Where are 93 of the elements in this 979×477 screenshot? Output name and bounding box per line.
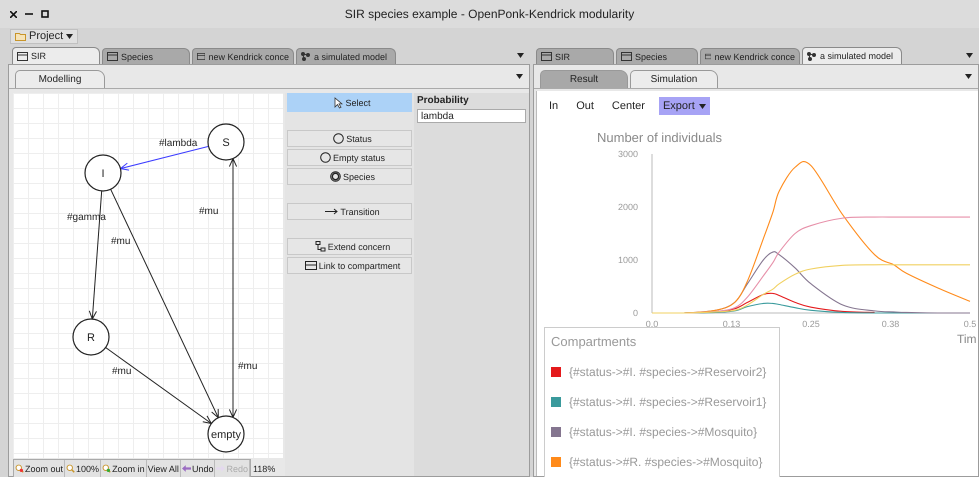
window-icon — [197, 52, 206, 61]
legend-title: Compartments — [551, 334, 638, 349]
arrow-icon — [325, 208, 338, 215]
state-node[interactable] — [207, 415, 245, 453]
edge-label: #mu — [111, 236, 130, 247]
axis-label: Tim — [957, 332, 977, 346]
edge-label: #mu — [238, 361, 258, 372]
tab[interactable]: Result — [540, 70, 628, 88]
circle-icon — [320, 152, 331, 163]
caret-icon[interactable] — [965, 74, 972, 79]
graph-icon — [301, 52, 311, 61]
palette-button[interactable]: Transition — [287, 203, 412, 220]
edge-label: #mu — [112, 366, 132, 377]
zoom-out-icon — [15, 464, 24, 473]
legend-label: {#status->#R. #species->#Mosquito} — [569, 455, 762, 469]
zoom-in-icon — [102, 464, 112, 473]
tab[interactable]: Modelling — [15, 70, 105, 88]
state-node[interactable] — [72, 318, 110, 356]
toolbar-button[interactable]: Zoom out — [14, 460, 66, 477]
hierarchy-icon — [314, 241, 326, 252]
close-icon[interactable] — [10, 10, 17, 18]
palette-button[interactable]: Empty status — [287, 149, 412, 166]
tick-label: 1000 — [618, 255, 638, 265]
state-node[interactable] — [84, 154, 122, 192]
tab[interactable]: new Kendrick conce — [192, 48, 294, 64]
edge-label: #lambda — [159, 138, 198, 149]
field-label: Probability — [417, 95, 470, 106]
tick-label: 0.13 — [722, 319, 740, 329]
tick-label: 0.25 — [802, 319, 820, 329]
tab[interactable]: a simulated model — [296, 48, 396, 64]
window-title: SIR species example - OpenPonk-Kendrick modularity — [344, 7, 634, 21]
undo-icon — [182, 465, 191, 472]
palette-button[interactable]: Status — [287, 130, 412, 147]
node-label: empty — [211, 429, 241, 441]
window-icon — [541, 52, 552, 61]
toolbar-button[interactable]: 100% — [65, 460, 102, 477]
tab[interactable]: a simulated model — [802, 47, 902, 64]
minimize-icon[interactable] — [25, 13, 33, 15]
legend-label: {#status->#I. #species->#Reservoir2} — [569, 365, 766, 379]
tab[interactable]: new Kendrick conce — [700, 48, 800, 64]
tab[interactable]: Species — [616, 48, 698, 64]
toolbar-button[interactable]: Zoom in — [101, 460, 147, 477]
window-icon — [705, 52, 712, 61]
toolbar-button[interactable]: Center — [608, 97, 649, 115]
tick-label: 2000 — [618, 202, 638, 212]
caret-icon — [66, 34, 74, 38]
window-icon — [17, 52, 28, 60]
palette-button[interactable]: Extend concern — [287, 238, 412, 255]
legend-label: {#status->#I. #species->#Reservoir1} — [569, 395, 766, 409]
probability-field[interactable]: lambda — [417, 109, 526, 123]
toolbar-button[interactable]: View All — [146, 460, 181, 477]
tick-label: 3000 — [618, 149, 638, 159]
tick-label: 0 — [632, 308, 638, 318]
palette-button[interactable]: Select — [287, 93, 412, 112]
circle-icon — [333, 133, 344, 144]
caret-icon[interactable] — [517, 53, 524, 58]
legend-label: {#status->#I. #species->#Mosquito} — [569, 425, 758, 439]
window-icon — [621, 52, 632, 61]
transition-arrow[interactable] — [105, 347, 212, 424]
state-node[interactable] — [207, 123, 245, 161]
tick-label: 0.5 — [964, 319, 976, 329]
double-circle-icon — [330, 171, 341, 182]
palette-button[interactable]: Link to compartment — [287, 257, 412, 274]
tick-label: 0.38 — [882, 319, 900, 329]
edge-label: #mu — [199, 206, 218, 217]
node-label: R — [87, 332, 95, 344]
tick-label: 0.0 — [646, 319, 658, 329]
window-icon — [304, 261, 317, 270]
palette-button[interactable]: Species — [287, 168, 412, 185]
chart-title: Number of individuals — [597, 130, 722, 145]
window-icon — [107, 52, 118, 61]
redo-icon — [216, 465, 226, 472]
tab[interactable]: Species — [102, 48, 190, 64]
caret-icon[interactable] — [966, 53, 973, 58]
toolbar-button[interactable]: Out — [572, 97, 598, 115]
node-label: I — [101, 168, 105, 180]
export-menu[interactable]: Export — [658, 97, 710, 115]
toolbar-button[interactable]: In — [545, 97, 562, 115]
node-label: S — [222, 137, 230, 149]
folder-icon — [15, 32, 26, 40]
graph-icon — [807, 52, 817, 60]
tab[interactable]: SIR — [12, 47, 100, 64]
toolbar-button[interactable]: Undo — [180, 460, 216, 477]
project-menu[interactable]: Project — [10, 28, 78, 44]
tab[interactable]: Simulation — [630, 70, 718, 88]
tab[interactable]: SIR — [536, 48, 614, 64]
pointer-icon — [334, 96, 344, 108]
caret-icon[interactable] — [516, 74, 523, 79]
zoom-level: 118% — [252, 464, 276, 474]
maximize-icon[interactable] — [41, 10, 49, 18]
zoom-icon — [66, 464, 76, 473]
caret-icon — [698, 104, 706, 108]
transition-arrow[interactable] — [119, 146, 210, 171]
